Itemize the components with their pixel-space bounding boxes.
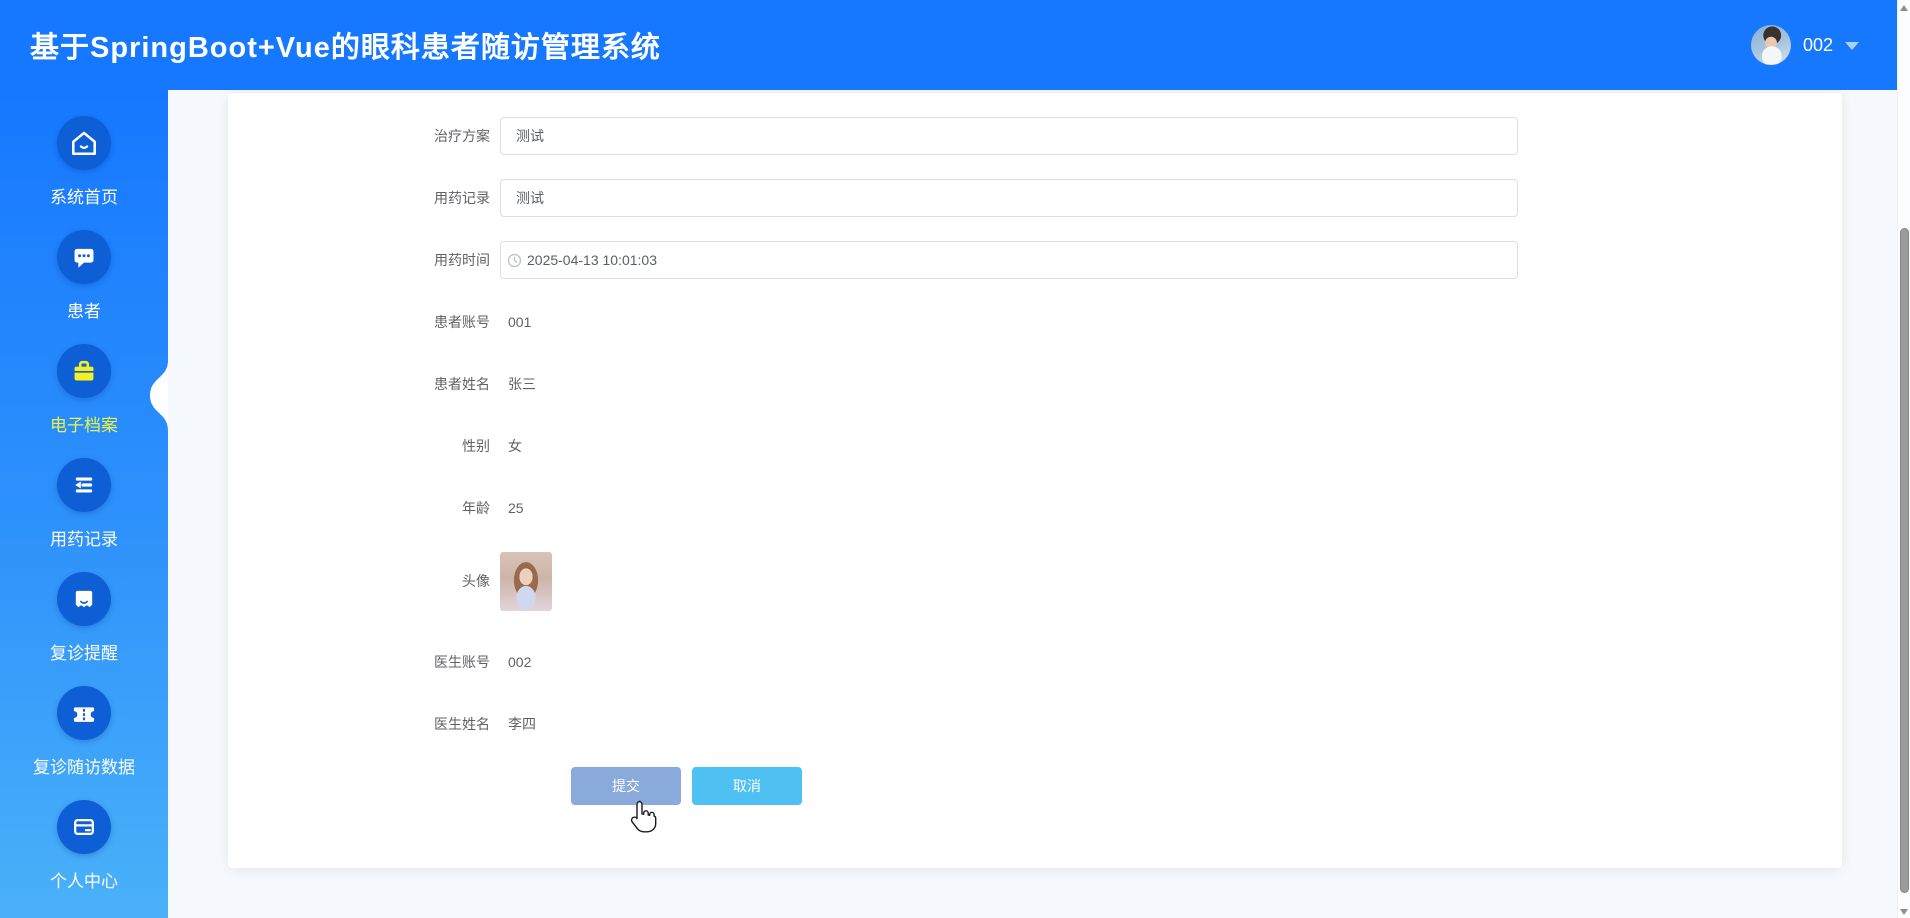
active-item-notch [146,360,168,430]
scrollbar-thumb[interactable] [1900,228,1909,893]
app-root: { "header": { "title": "基于SpringBoot+Vue… [0,0,1910,918]
sidebar-label: 患者 [67,297,101,322]
treatment-plan-label: 治疗方案 [228,126,500,146]
submit-button[interactable]: 提交 [571,767,681,805]
sidebar-item-followup-data[interactable]: 复诊随访数据 [0,686,168,800]
reminder-box-icon [57,572,111,626]
medication-time-label: 用药时间 [228,250,500,270]
sidebar-label: 电子档案 [50,411,118,436]
sidebar-nav: 系统首页 患者 电子档案 [0,90,168,918]
gender-label: 性别 [228,436,500,456]
patient-name-value: 张三 [500,365,536,403]
record-form-card: 治疗方案 用药记录 用药时间 患者账号 001 患者姓名 张三 性别 女 年龄 … [228,93,1842,868]
treatment-plan-input[interactable] [500,117,1518,155]
gender-value: 女 [500,427,522,465]
form-row: 头像 [228,551,1842,611]
list-arrow-icon [57,458,111,512]
age-label: 年龄 [228,498,500,518]
doctor-account-label: 医生账号 [228,652,500,672]
ticket-icon [57,686,111,740]
cancel-button[interactable]: 取消 [692,767,802,805]
form-row: 医生姓名 李四 [228,705,1842,743]
sidebar-item-followup-reminder[interactable]: 复诊提醒 [0,572,168,686]
sidebar-item-personal-center[interactable]: 个人中心 [0,800,168,914]
page-scrollbar [1897,0,1910,918]
chat-bubble-icon [57,230,111,284]
scrollbar-up-arrow[interactable] [1900,5,1908,11]
home-icon [57,116,111,170]
form-row: 医生账号 002 [228,643,1842,681]
clock-icon [507,253,522,268]
app-title: 基于SpringBoot+Vue的眼科患者随访管理系统 [30,24,661,66]
patient-account-value: 001 [500,303,531,341]
id-card-icon [57,800,111,854]
sidebar-label: 复诊提醒 [50,639,118,664]
sidebar-item-patients[interactable]: 患者 [0,230,168,344]
patient-account-label: 患者账号 [228,312,500,332]
medication-record-label: 用药记录 [228,188,500,208]
form-row: 用药记录 [228,179,1842,217]
sidebar-item-home[interactable]: 系统首页 [0,116,168,230]
patient-name-label: 患者姓名 [228,374,500,394]
doctor-name-value: 李四 [500,705,536,743]
sidebar-label: 复诊随访数据 [33,753,135,778]
sidebar-label: 用药记录 [50,525,118,550]
form-row: 患者账号 001 [228,303,1842,341]
form-row: 治疗方案 [228,117,1842,155]
app-header: 基于SpringBoot+Vue的眼科患者随访管理系统 002 [0,0,1897,90]
user-menu[interactable]: 002 [1751,25,1859,65]
patient-avatar-image [500,552,552,611]
sidebar-item-electronic-records[interactable]: 电子档案 [0,344,168,458]
scrollbar-down-arrow[interactable] [1900,909,1908,915]
age-value: 25 [500,489,524,527]
form-row: 用药时间 [228,241,1842,279]
medication-record-input[interactable] [500,179,1518,217]
username-label: 002 [1803,35,1833,56]
chevron-down-icon [1845,42,1859,50]
form-row: 性别 女 [228,427,1842,465]
briefcase-icon [57,344,111,398]
doctor-account-value: 002 [500,643,531,681]
user-avatar [1751,25,1791,65]
medication-time-input[interactable] [500,241,1518,279]
form-actions: 提交 取消 [228,767,1842,805]
sidebar-label: 系统首页 [50,183,118,208]
form-row: 患者姓名 张三 [228,365,1842,403]
sidebar-label: 个人中心 [50,867,118,892]
form-row: 年龄 25 [228,489,1842,527]
sidebar-item-medication-records[interactable]: 用药记录 [0,458,168,572]
avatar-label: 头像 [228,571,500,591]
doctor-name-label: 医生姓名 [228,714,500,734]
